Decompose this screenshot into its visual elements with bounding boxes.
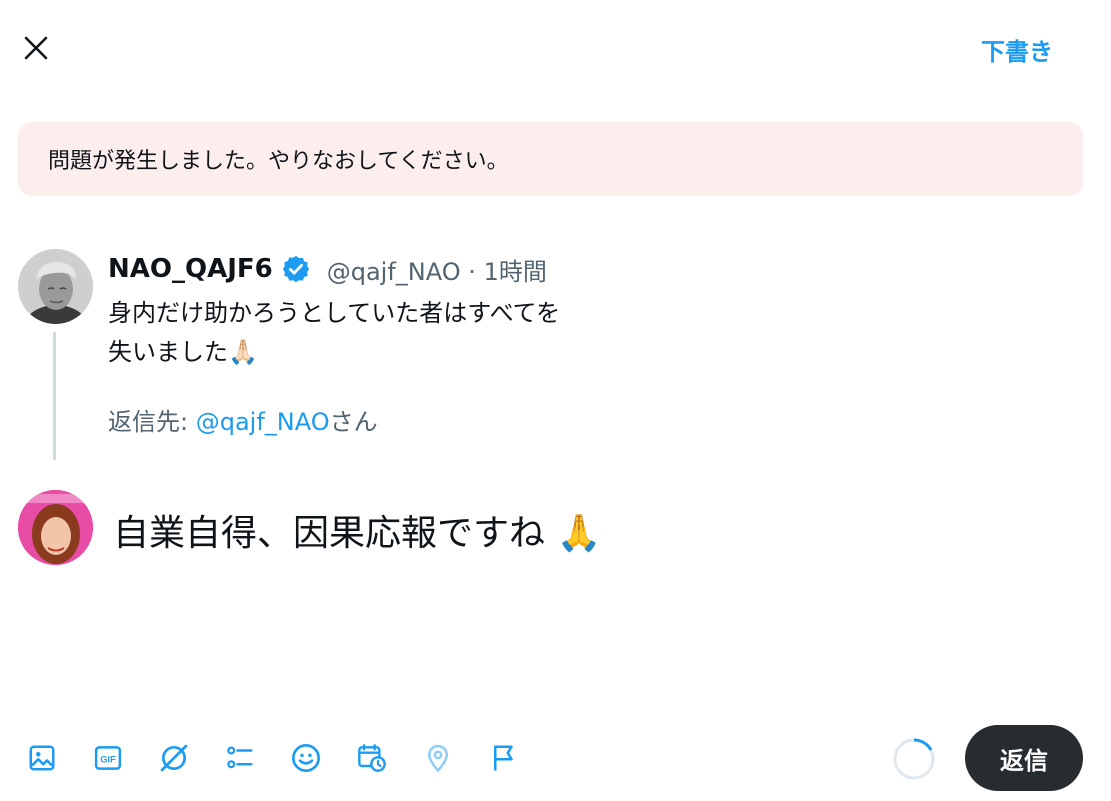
meta-separator: ·	[468, 257, 476, 286]
emoji-icon	[290, 742, 322, 778]
add-media-button[interactable]	[20, 738, 64, 782]
error-banner: 問題が発生しました。やりなおしてください。	[18, 122, 1083, 196]
schedule-icon	[356, 742, 388, 778]
replying-to: 返信先: @qajf_NAOさん	[108, 402, 378, 437]
add-gif-button[interactable]: GIF	[86, 738, 130, 782]
reply-text-input[interactable]: 自業自得、因果応報ですね 🙏	[113, 504, 601, 556]
gif-icon: GIF	[93, 743, 123, 777]
drafts-button[interactable]: 下書き	[981, 32, 1053, 67]
reply-prefix: 返信先:	[108, 408, 196, 436]
image-icon	[27, 743, 57, 777]
error-message: 問題が発生しました。やりなおしてください。	[48, 149, 509, 174]
schedule-button[interactable]	[350, 738, 394, 782]
original-text-line2: 失いました🙏🏻	[108, 338, 258, 366]
close-button[interactable]	[16, 30, 56, 70]
compose-dialog: 下書き 問題が発生しました。やりなおしてください。 NAO_QAJF6 @qaj…	[0, 0, 1111, 801]
user-avatar[interactable]	[18, 490, 93, 565]
original-post-avatar[interactable]	[18, 249, 93, 324]
reply-mention-link[interactable]: @qajf_NAO	[196, 408, 330, 436]
original-handle[interactable]: @qajf_NAO	[327, 258, 461, 286]
original-text-line1: 身内だけ助かろうとしていた者はすべてを	[108, 299, 561, 327]
flag-icon	[489, 743, 519, 777]
original-display-name[interactable]: NAO_QAJF6	[108, 254, 273, 284]
character-count-ring	[891, 736, 937, 782]
add-location-button[interactable]	[416, 738, 460, 782]
original-meta: @qajf_NAO · 1時間	[327, 252, 547, 287]
svg-text:GIF: GIF	[100, 754, 116, 764]
add-emoji-button[interactable]	[284, 738, 328, 782]
original-post-text: 身内だけ助かろうとしていた者はすべてを 失いました🙏🏻	[108, 294, 728, 372]
verified-badge-icon	[281, 254, 311, 284]
add-poll-button[interactable]	[218, 738, 262, 782]
reply-suffix: さん	[329, 408, 378, 436]
location-icon	[423, 743, 453, 777]
grok-button[interactable]	[152, 738, 196, 782]
close-icon	[23, 35, 49, 65]
tag-flag-button[interactable]	[482, 738, 526, 782]
original-post-header: NAO_QAJF6 @qajf_NAO · 1時間	[108, 252, 547, 286]
grok-icon	[158, 742, 190, 778]
thread-connector-line	[53, 332, 56, 460]
compose-toolbar: GIF	[20, 738, 526, 782]
poll-icon	[225, 743, 255, 777]
original-timestamp[interactable]: 1時間	[484, 258, 547, 286]
reply-submit-button[interactable]: 返信	[965, 725, 1083, 791]
